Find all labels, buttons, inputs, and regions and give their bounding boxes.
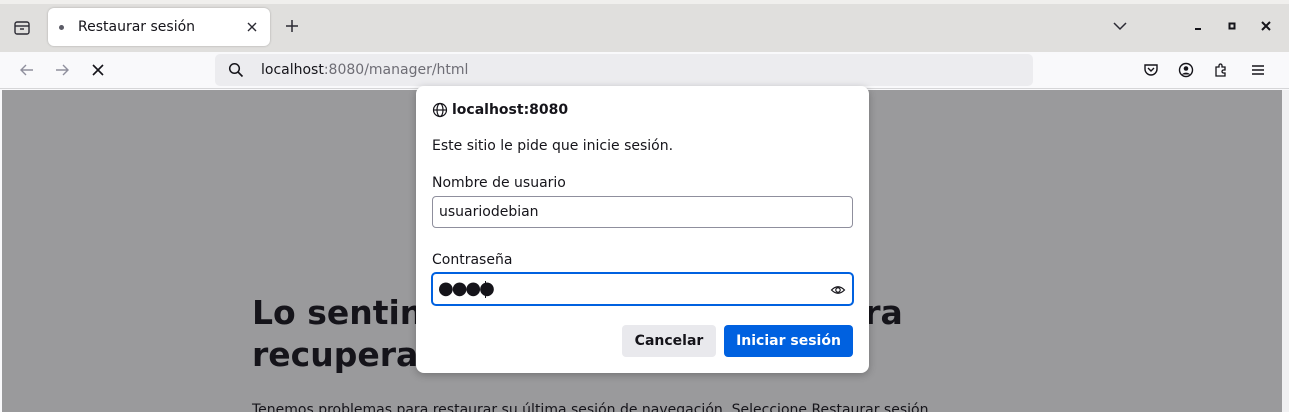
minimize-icon[interactable] <box>1186 14 1210 38</box>
cancel-button[interactable]: Cancelar <box>622 325 716 357</box>
login-dialog: localhost:8080 Este sitio le pide que in… <box>416 86 869 373</box>
login-button[interactable]: Iniciar sesión <box>724 325 853 357</box>
close-icon[interactable] <box>1254 14 1278 38</box>
tab-strip: Restaurar sesión <box>0 0 1289 52</box>
puzzle-icon[interactable] <box>1208 57 1234 83</box>
username-label: Nombre de usuario <box>432 175 566 191</box>
chevron-down-icon[interactable] <box>1106 12 1134 40</box>
tab-restore-session[interactable]: Restaurar sesión <box>48 8 270 46</box>
password-label: Contraseña <box>432 252 513 268</box>
password-field[interactable]: ●●●● <box>431 272 854 306</box>
stop-icon[interactable] <box>85 57 111 83</box>
window-top-edge <box>0 0 1289 4</box>
url-host: localhost <box>261 62 324 78</box>
scrollbar-track[interactable] <box>1282 90 1289 412</box>
close-tab-icon[interactable] <box>242 17 262 37</box>
text-caret <box>485 281 486 298</box>
url-bar[interactable]: localhost:8080/manager/html <box>215 54 1033 86</box>
plus-icon[interactable] <box>278 12 306 40</box>
account-icon[interactable] <box>1173 57 1199 83</box>
dialog-host-text: localhost:8080 <box>452 102 569 118</box>
arrow-right-icon[interactable] <box>49 57 75 83</box>
url-text: localhost:8080/manager/html <box>261 62 468 78</box>
maximize-icon[interactable] <box>1220 14 1244 38</box>
tab-title: Restaurar sesión <box>78 19 196 35</box>
page-paragraph: Tenemos problemas para restaurar su últi… <box>252 402 929 412</box>
heading-left-fragment: Lo sentin <box>252 293 424 332</box>
pocket-icon[interactable] <box>1138 57 1164 83</box>
username-field[interactable]: usuariodebian <box>432 196 853 228</box>
hamburger-menu-icon[interactable] <box>1245 57 1271 83</box>
loading-dot-icon <box>59 24 64 30</box>
nav-toolbar: localhost:8080/manager/html <box>0 52 1289 89</box>
tab-list-icon[interactable] <box>6 12 38 44</box>
globe-icon <box>432 102 448 118</box>
arrow-left-icon[interactable] <box>14 57 40 83</box>
dialog-host: localhost:8080 <box>432 102 568 118</box>
heading-line2-fragment: recupera <box>252 335 419 374</box>
url-path: :8080/manager/html <box>323 62 469 78</box>
search-icon <box>227 61 245 79</box>
dialog-message: Este sitio le pide que inicie sesión. <box>432 138 674 154</box>
eye-icon[interactable] <box>829 281 847 299</box>
